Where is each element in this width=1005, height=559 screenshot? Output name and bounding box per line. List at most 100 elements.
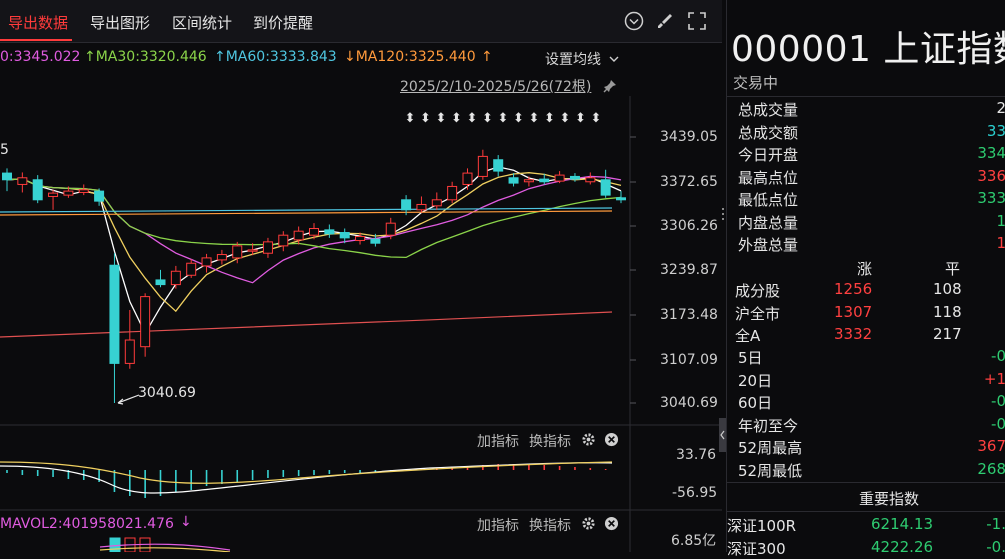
signal-marker-icon: ⬍ [560, 111, 571, 126]
pin-icon[interactable] [602, 78, 618, 94]
gear-icon[interactable] [581, 432, 596, 447]
index-name[interactable]: 深证300 [727, 538, 786, 559]
signal-marker-icon: ⬍ [591, 111, 602, 126]
signal-marker-icon: ⬍ [405, 111, 416, 126]
candle-up [124, 339, 135, 364]
signal-marker-icon: ⬍ [420, 111, 431, 126]
candle-down [569, 175, 580, 180]
stat-label: 最高点位 [738, 168, 799, 187]
candle-down [370, 238, 381, 244]
candle-up [63, 190, 74, 196]
index-value: 4222.26 [871, 538, 934, 556]
signal-marker-icon: ⬍ [451, 111, 462, 126]
breadth-header-flat: 平 [945, 260, 961, 278]
ma-settings-button[interactable]: 设置均线 [545, 49, 601, 69]
ma120-value: ↓MA120:3325.440 [344, 49, 476, 65]
signal-marker-icon: ⬍ [498, 111, 509, 126]
stat-label: 内盘总量 [738, 213, 799, 232]
close-icon[interactable] [604, 432, 619, 447]
collapse-panel-handle[interactable] [719, 418, 726, 452]
candle-up [140, 296, 151, 348]
mavol-value: MAVOL2:401958021.476 [0, 516, 174, 532]
breadth-header-up: 涨 [857, 260, 873, 278]
candle-up [78, 189, 89, 193]
dea-line [0, 461, 613, 484]
tab-export-chart[interactable]: 导出图形 [90, 12, 150, 33]
candle-down [600, 179, 611, 196]
stat-label: 总成交量 [738, 101, 799, 119]
period-label: 20日 [738, 371, 773, 390]
stat-value: 336 [977, 166, 1005, 185]
candle-up [232, 245, 243, 259]
ma30-value: ↑MA30:3320.446 [84, 49, 207, 65]
ma120-arrow: ↑ [481, 49, 493, 65]
date-range-label[interactable]: 2025/2/10-2025/5/26(72根) [400, 76, 591, 96]
quote-panel: 000001 上证指数 交易中 总成交量 2 总成交额 33 今日开盘 334 最高点位 33… [726, 0, 1005, 558]
breadth-label: 沪全市 [735, 304, 781, 323]
y-axis-tick: 3306.26 [660, 218, 718, 234]
candle-up [216, 254, 227, 261]
signal-marker-icon: ⬍ [544, 111, 555, 126]
add-indicator-button[interactable]: 加指标 [477, 515, 519, 535]
period-value: -0 [991, 347, 1005, 365]
switch-indicator-button[interactable]: 换指标 [529, 515, 571, 535]
signal-marker-icon: ⬍ [482, 111, 493, 126]
signal-marker-icon: ⬍ [467, 111, 478, 126]
signal-marker-icon: ⬍ [436, 111, 447, 126]
stat-value: 334 [977, 144, 1005, 162]
add-indicator-button[interactable]: 加指标 [477, 431, 519, 451]
fullscreen-icon[interactable] [686, 10, 708, 32]
candle-down [339, 232, 350, 239]
candle-down [616, 197, 626, 201]
y-axis-tick: 3173.48 [660, 307, 718, 323]
switch-indicator-button[interactable]: 换指标 [529, 431, 571, 451]
stat-value: 33 [986, 121, 1005, 140]
candle-up [431, 199, 442, 207]
candle-up [355, 236, 366, 242]
candle-down [155, 279, 166, 286]
period-value: 367 [977, 437, 1005, 455]
chevron-down-icon[interactable] [623, 10, 645, 32]
candle-down [109, 264, 120, 364]
security-code: 000001 [731, 29, 872, 70]
candle-down [94, 190, 105, 202]
top-toolbar: 导出数据 导出图形 区间统计 到价提醒 [0, 0, 722, 43]
index-change: -0. [986, 538, 1005, 556]
close-icon[interactable] [604, 516, 619, 531]
candle-up [309, 228, 319, 236]
candle-up [186, 262, 197, 276]
partial-annotation: 5 [0, 142, 9, 158]
tab-range-stats[interactable]: 区间统计 [172, 12, 232, 33]
security-name: 上证指数 [883, 29, 1005, 70]
candle-down [401, 199, 412, 211]
breadth-up-count: 1256 [834, 280, 873, 298]
indicator1-ytick-top: 33.76 [676, 447, 717, 463]
period-label: 5日 [738, 349, 763, 367]
gear-icon[interactable] [581, 516, 596, 531]
candle-up [170, 270, 181, 286]
stat-label: 今日开盘 [738, 146, 799, 164]
breadth-up-count: 1307 [834, 302, 873, 321]
candle-up [17, 177, 28, 185]
tab-price-alert[interactable]: 到价提醒 [253, 12, 313, 33]
candle-down [539, 178, 550, 183]
important-index-title: 重要指数 [859, 490, 920, 508]
candle-up [278, 234, 289, 247]
candle-up [416, 203, 427, 211]
long-ma-line [0, 311, 613, 338]
tab-export-data[interactable]: 导出数据 [8, 12, 68, 33]
index-name[interactable]: 深证100R [727, 515, 796, 536]
y-axis-tick: 3239.87 [660, 262, 718, 278]
period-label: 52周最低 [738, 461, 803, 480]
y-axis-tick: 3372.65 [660, 174, 718, 190]
brush-icon[interactable] [654, 10, 676, 32]
y-axis-tick: 3107.09 [660, 352, 718, 368]
kline-chart-area[interactable]: ⬍ ⬍ ⬍ ⬍ ⬍ ⬍ ⬍ ⬍ ⬍ ⬍ ⬍ ⬍ ⬍ [0, 96, 722, 552]
signal-marker-icon: ⬍ [575, 111, 586, 126]
candle-up [523, 179, 534, 183]
chevron-down-icon[interactable] [609, 55, 619, 63]
ma60-value: ↑MA60:3333.843 [214, 49, 337, 65]
candle-up [447, 185, 458, 201]
mavol-arrow: ↓ [180, 514, 192, 530]
period-label: 60日 [738, 394, 773, 412]
